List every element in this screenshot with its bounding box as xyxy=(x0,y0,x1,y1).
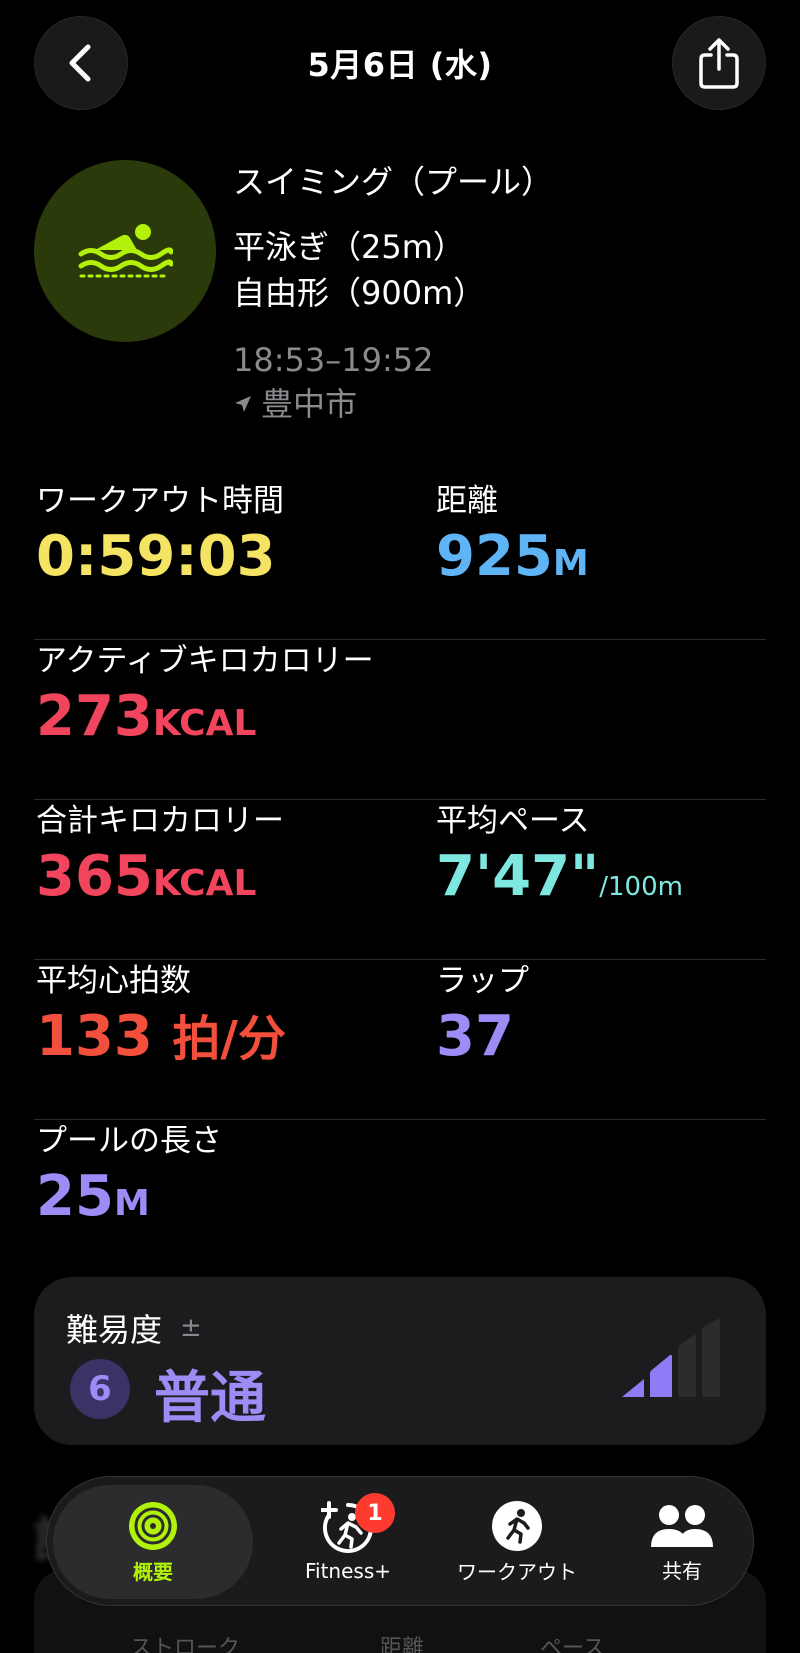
metric-row: プールの長さ 25M xyxy=(34,1120,766,1280)
laps-metric: ラップ 37 xyxy=(436,960,529,1072)
notification-badge: 1 xyxy=(355,1493,395,1533)
workout-title: スイミング（プール） xyxy=(233,163,554,201)
adjust-effort-icon[interactable]: ± xyxy=(180,1313,202,1343)
metric-value: 25M xyxy=(36,1164,150,1229)
metrics-grid: ワークアウト時間 0:59:03 距離 925M アクティブキロカロリー 273… xyxy=(34,480,766,1280)
tab-label: 共有 xyxy=(662,1558,702,1583)
metric-row: アクティブキロカロリー 273KCAL xyxy=(34,640,766,800)
metric-label: 合計キロカロリー xyxy=(36,803,284,839)
metric-label: プールの長さ xyxy=(36,1123,222,1159)
metric-value: 273KCAL xyxy=(36,684,257,749)
effort-card[interactable]: 難易度 ± 6 普通 xyxy=(34,1277,766,1445)
tab-bar: 概要 1 Fitness+ ワークアウト 共有 xyxy=(46,1476,754,1606)
active-kcal-metric: アクティブキロカロリー 273KCAL xyxy=(36,640,374,759)
metric-value: 0:59:03 xyxy=(36,524,276,589)
metric-label: 平均ペース xyxy=(436,803,590,839)
metric-value: 925M xyxy=(436,524,589,589)
metric-value: 133 拍/分 xyxy=(36,1004,286,1069)
share-icon xyxy=(699,38,739,89)
running-figure-icon xyxy=(492,1500,542,1551)
metric-label: 距離 xyxy=(436,483,498,519)
tab-label: ワークアウト xyxy=(457,1559,577,1584)
chevron-left-icon xyxy=(69,44,91,82)
effort-bar-2 xyxy=(650,1354,672,1397)
metric-value: 37 xyxy=(436,1004,514,1069)
share-button[interactable] xyxy=(672,16,766,110)
column-header: 距離 xyxy=(380,1636,425,1653)
effort-title-text: 難易度 xyxy=(66,1311,163,1349)
location-name: 豊中市 xyxy=(261,385,358,423)
effort-label: 普通 xyxy=(154,1366,266,1431)
workout-time-metric: ワークアウト時間 0:59:03 xyxy=(36,480,284,592)
effort-title: 難易度 ± xyxy=(66,1305,202,1351)
effort-bar-3 xyxy=(678,1334,696,1397)
metric-value: 7'47"/100m xyxy=(436,844,683,909)
location: 豊中市 xyxy=(233,382,773,426)
metric-value: 365KCAL xyxy=(36,844,257,909)
avg-heart-rate-metric: 平均心拍数 133 拍/分 xyxy=(36,960,286,1074)
back-button[interactable] xyxy=(34,16,128,110)
tab-fitness-plus[interactable]: 1 Fitness+ xyxy=(273,1477,423,1607)
tab-summary[interactable]: 概要 xyxy=(53,1485,253,1599)
metric-row: ワークアウト時間 0:59:03 距離 925M xyxy=(34,480,766,640)
time-range: 18:53–19:52 xyxy=(233,341,434,379)
distance-metric: 距離 925M xyxy=(436,480,589,599)
metric-label: ワークアウト時間 xyxy=(36,483,284,519)
effort-level-bars-icon xyxy=(622,1319,720,1397)
workout-detail-page: 5月6日 (水) スイミング（プール） 平泳ぎ（25m） 自由形（900m） 1… xyxy=(0,0,800,1653)
metric-label: 平均心拍数 xyxy=(36,963,191,999)
tab-label: 概要 xyxy=(133,1559,173,1584)
column-header: ペース xyxy=(540,1636,605,1653)
workout-type-badge xyxy=(34,160,216,342)
effort-score-badge: 6 xyxy=(70,1359,130,1419)
metric-row: 平均心拍数 133 拍/分 ラップ 37 xyxy=(34,960,766,1120)
metric-row: 合計キロカロリー 365KCAL 平均ペース 7'47"/100m xyxy=(34,800,766,960)
effort-bar-1 xyxy=(622,1379,644,1397)
workout-summary: スイミング（プール） 平泳ぎ（25m） 自由形（900m） 18:53–19:5… xyxy=(233,160,773,426)
total-kcal-metric: 合計キロカロリー 365KCAL xyxy=(36,800,284,919)
stroke-item: 平泳ぎ（25m） xyxy=(233,228,465,266)
tab-workout[interactable]: ワークアウト xyxy=(417,1477,617,1607)
tab-label: Fitness+ xyxy=(304,1559,392,1583)
metric-label: アクティブキロカロリー xyxy=(36,643,374,679)
avg-pace-metric: 平均ペース 7'47"/100m xyxy=(436,800,683,922)
tab-sharing[interactable]: 共有 xyxy=(607,1477,757,1607)
page-title: 5月6日 (水) xyxy=(307,46,493,84)
activity-rings-icon xyxy=(129,1501,177,1550)
pool-length-metric: プールの長さ 25M xyxy=(36,1120,222,1239)
people-icon xyxy=(651,1504,713,1547)
column-header: ストローク xyxy=(130,1636,241,1653)
effort-bar-4 xyxy=(702,1319,720,1397)
metric-label: ラップ xyxy=(436,963,529,999)
pool-swim-icon xyxy=(78,224,173,278)
stroke-item: 自由形（900m） xyxy=(233,274,486,312)
stroke-list: 平泳ぎ（25m） 自由形（900m） xyxy=(233,224,773,316)
location-arrow-icon xyxy=(235,396,251,412)
